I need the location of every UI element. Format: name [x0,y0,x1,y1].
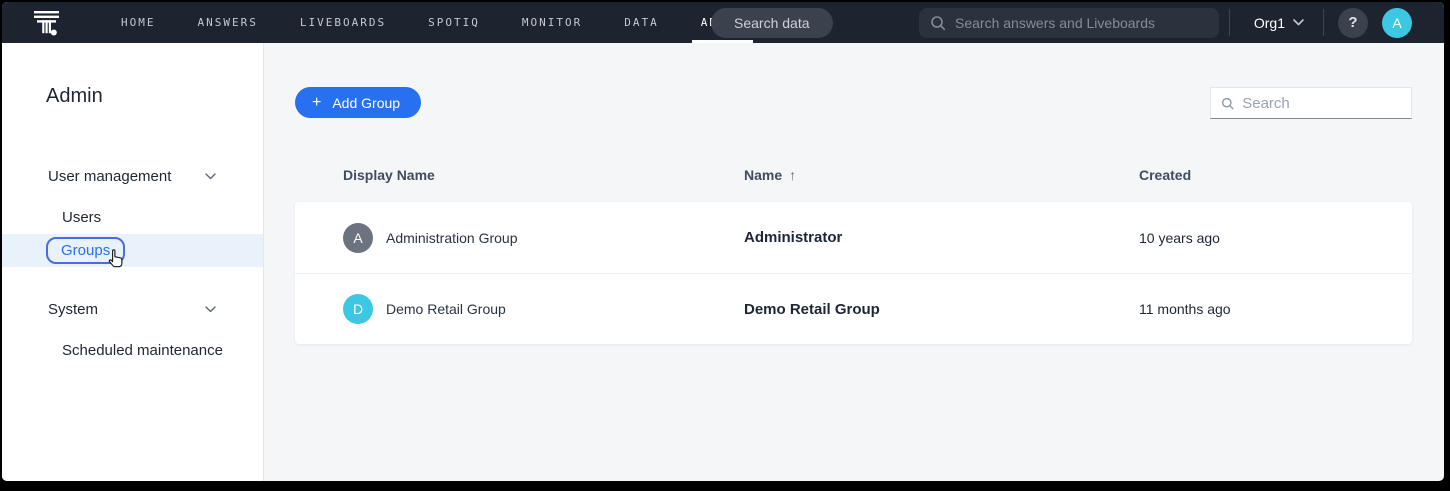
top-navigation-bar: HOME ANSWERS LIVEBOARDS SPOTIQ MONITOR D… [2,2,1444,43]
table-search-input[interactable] [1242,95,1401,112]
global-search[interactable] [919,8,1219,38]
add-group-button[interactable]: + Add Group [295,87,421,118]
table-header-row: Display Name Name ↑ Created [295,167,1412,183]
column-header-created[interactable]: Created [1139,167,1412,183]
divider [1229,9,1230,36]
nav-item-monitor[interactable]: MONITOR [501,2,603,43]
column-header-name[interactable]: Name ↑ [744,167,1139,183]
search-data-button[interactable]: Search data [711,8,833,38]
nav-item-liveboards[interactable]: LIVEBOARDS [279,2,407,43]
table-row[interactable]: A Administration Group Administrator 10 … [295,202,1412,273]
nav-item-data[interactable]: DATA [603,2,680,43]
plus-icon: + [312,94,321,112]
sidebar-item-users[interactable]: Users [2,201,263,234]
user-avatar[interactable]: A [1382,8,1412,38]
main-nav: HOME ANSWERS LIVEBOARDS SPOTIQ MONITOR D… [100,2,765,43]
groups-table: A Administration Group Administrator 10 … [295,202,1412,344]
group-name: Administrator [744,229,1139,246]
org-switcher[interactable]: Org1 [1254,15,1304,31]
topbar-right-cluster: Org1 ? A [1229,2,1412,43]
groups-content: + Add Group Display Name Name ↑ Created … [264,43,1444,481]
group-display-name: Demo Retail Group [386,301,506,317]
cursor-pointer-icon [106,247,128,269]
search-icon [1221,96,1234,111]
nav-item-answers[interactable]: ANSWERS [177,2,279,43]
sidebar-section: System Scheduled maintenance [2,294,263,367]
group-created: 10 years ago [1139,230,1412,246]
app-window: HOME ANSWERS LIVEBOARDS SPOTIQ MONITOR D… [2,2,1444,481]
global-search-input[interactable] [955,15,1208,31]
sidebar-item-groups[interactable]: Groups [2,234,263,267]
column-header-display-name[interactable]: Display Name [343,167,744,183]
table-search[interactable] [1210,87,1412,119]
nav-item-spotiq[interactable]: SPOTIQ [407,2,501,43]
nav-item-home[interactable]: HOME [100,2,177,43]
chevron-down-icon [1293,19,1304,26]
page-title: Admin [46,85,263,108]
help-button[interactable]: ? [1338,8,1368,38]
search-icon [930,15,946,31]
divider [1323,9,1324,36]
group-avatar: D [343,294,373,324]
sidebar-section: User management Users Groups [2,161,263,267]
group-created: 11 months ago [1139,301,1412,317]
sidebar-section-system[interactable]: System [2,294,263,324]
thoughtspot-logo[interactable] [33,8,60,38]
sidebar-section-user-management[interactable]: User management [2,161,263,191]
add-group-label: Add Group [332,95,400,111]
admin-sidebar: Admin User management Users Groups Syste… [2,43,264,481]
sidebar-item-scheduled-maintenance[interactable]: Scheduled maintenance [2,334,263,367]
chevron-down-icon [205,173,216,180]
org-label: Org1 [1254,15,1285,31]
group-avatar: A [343,223,373,253]
group-name: Demo Retail Group [744,301,1139,318]
group-display-name: Administration Group [386,230,518,246]
chevron-down-icon [205,306,216,313]
sort-asc-icon: ↑ [789,167,796,183]
table-row[interactable]: D Demo Retail Group Demo Retail Group 11… [295,273,1412,344]
